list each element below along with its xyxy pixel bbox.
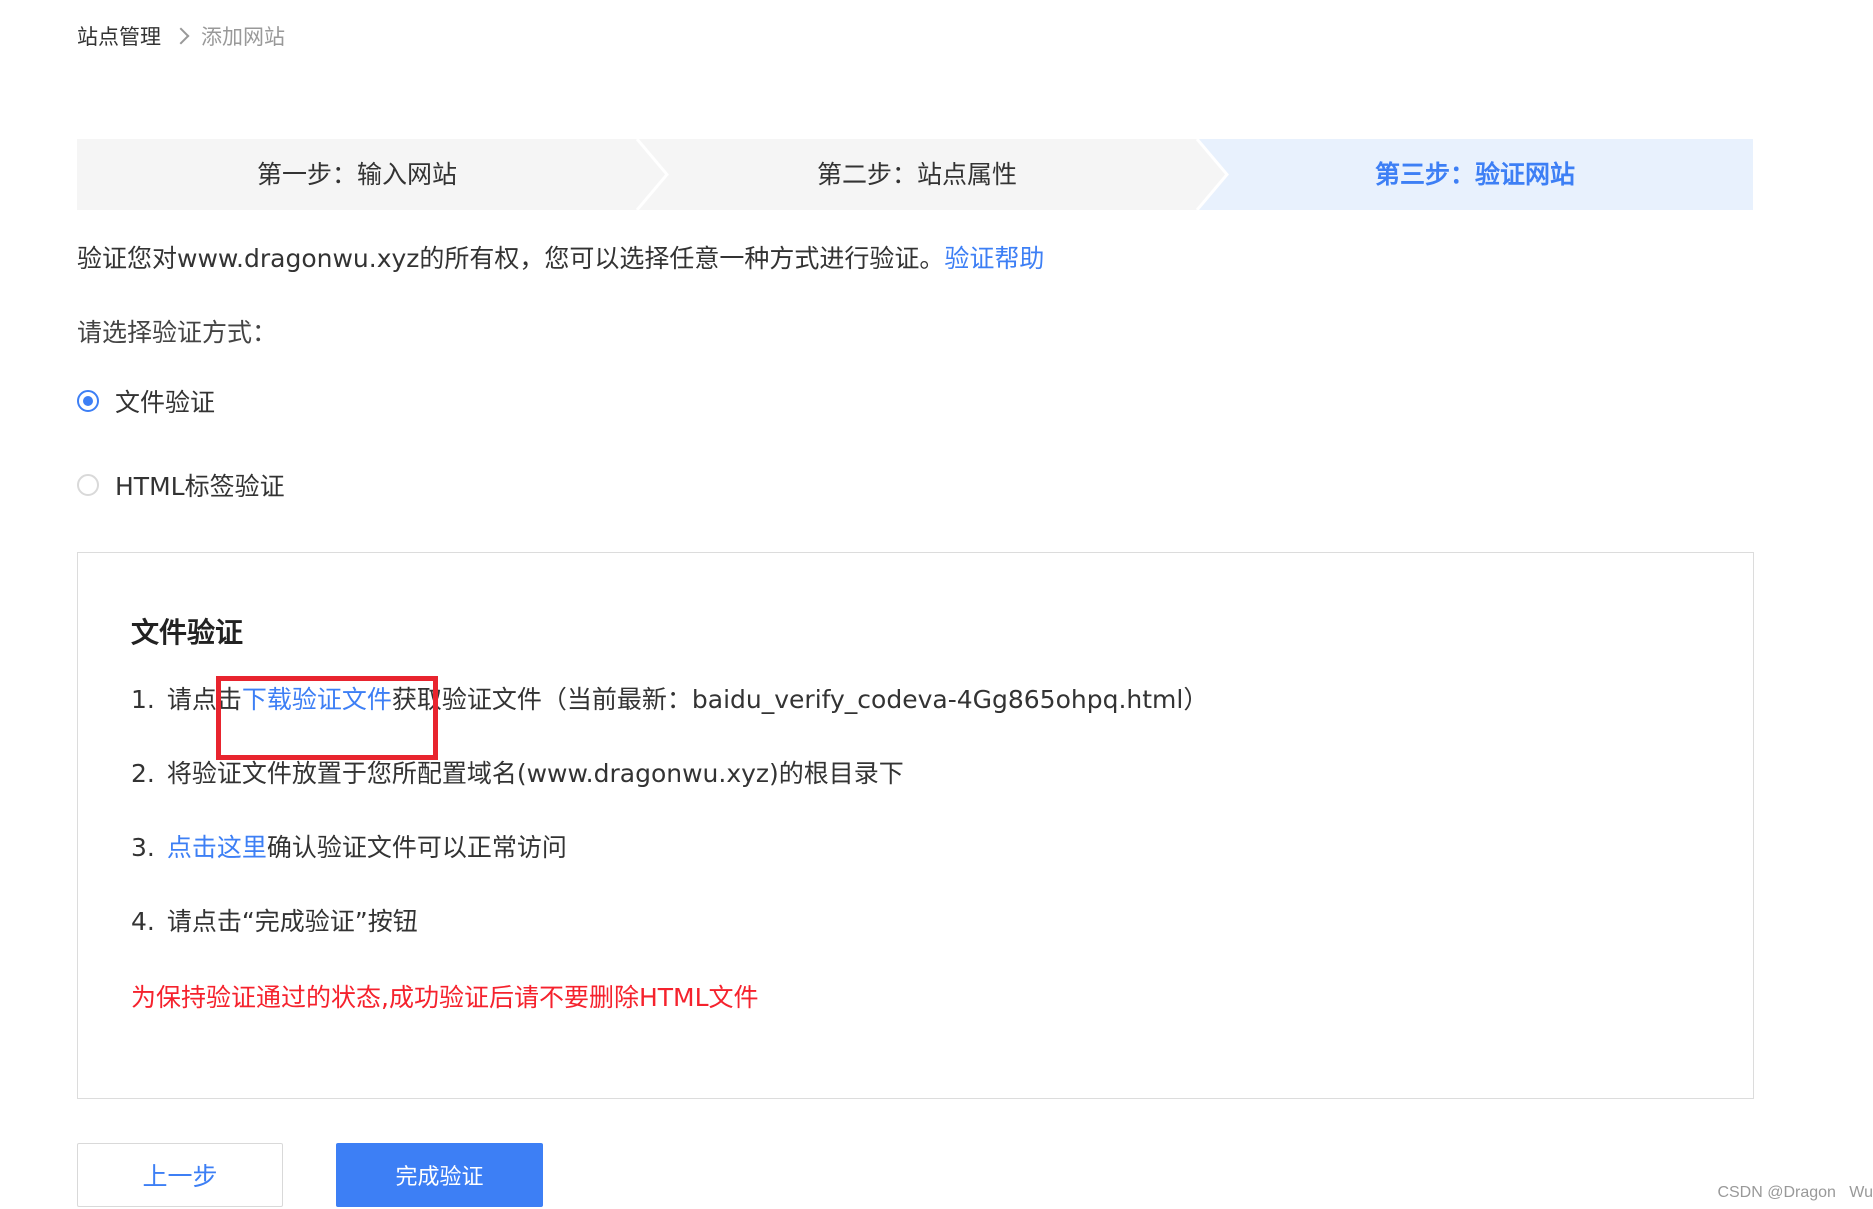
step-1: 第一步：输入网站 [256,160,457,189]
verify-description: 验证您对www.dragonwu.xyz的所有权，您可以选择任意一种方式进行验证… [77,241,1044,277]
instruction-text: 请点击 [166,685,242,714]
instruction-text: 将验证文件放置于您所配置域名(www.dragonwu.xyz)的根目录下 [166,759,904,788]
method-option-html-tag[interactable]: HTML标签验证 [77,467,285,503]
chevron-right-icon [172,27,190,45]
instruction-number: 1. [131,685,155,714]
file-verify-panel: 文件验证 1. 请点击下载验证文件获取验证文件（当前最新：baidu_verify… [77,552,1754,1099]
step-3: 第三步：验证网站 [1374,160,1575,189]
method-label: HTML标签验证 [115,472,285,501]
method-option-file[interactable]: 文件验证 [77,383,215,419]
click-here-link[interactable]: 点击这里 [167,833,267,862]
verify-help-link[interactable]: 验证帮助 [944,244,1044,273]
finish-verify-button[interactable]: 完成验证 [336,1143,543,1207]
radio-unchecked-icon[interactable] [77,474,99,496]
previous-step-button[interactable]: 上一步 [77,1143,283,1207]
watermark: CSDN @Dragon Wu [1717,1184,1873,1201]
download-verify-file-link[interactable]: 下载验证文件 [242,685,392,714]
breadcrumb: 站点管理 添加网站 [77,22,285,50]
instruction-text: 获取验证文件（当前最新：baidu_verify_codeva-4Gg865oh… [391,685,1209,714]
radio-checked-icon[interactable] [77,390,99,412]
instruction-number: 2. [131,759,155,788]
breadcrumb-root-link[interactable]: 站点管理 [77,21,161,51]
instruction-3: 3. 点击这里确认验证文件可以正常访问 [131,830,567,866]
method-label: 文件验证 [115,388,216,417]
instruction-text: 请点击“完成验证”按钮 [166,907,418,936]
instruction-number: 4. [131,907,155,936]
choose-method-label: 请选择验证方式： [77,318,278,347]
warning-text: 为保持验证通过的状态,成功验证后请不要删除HTML文件 [131,983,759,1012]
instruction-2: 2. 将验证文件放置于您所配置域名(www.dragonwu.xyz)的根目录下 [131,756,904,792]
instruction-1: 1. 请点击下载验证文件获取验证文件（当前最新：baidu_verify_code… [131,682,1208,718]
instruction-number: 3. [131,833,155,862]
step-2: 第二步：站点属性 [816,160,1017,189]
steps-bar: 第一步：输入网站 第二步：站点属性 第三步：验证网站 [77,139,1753,210]
panel-title: 文件验证 [131,616,244,649]
breadcrumb-current: 添加网站 [201,25,285,49]
instruction-4: 4. 请点击“完成验证”按钮 [131,904,418,940]
description-text: 验证您对www.dragonwu.xyz的所有权，您可以选择任意一种方式进行验证… [77,244,945,273]
instruction-text: 确认验证文件可以正常访问 [266,833,567,862]
